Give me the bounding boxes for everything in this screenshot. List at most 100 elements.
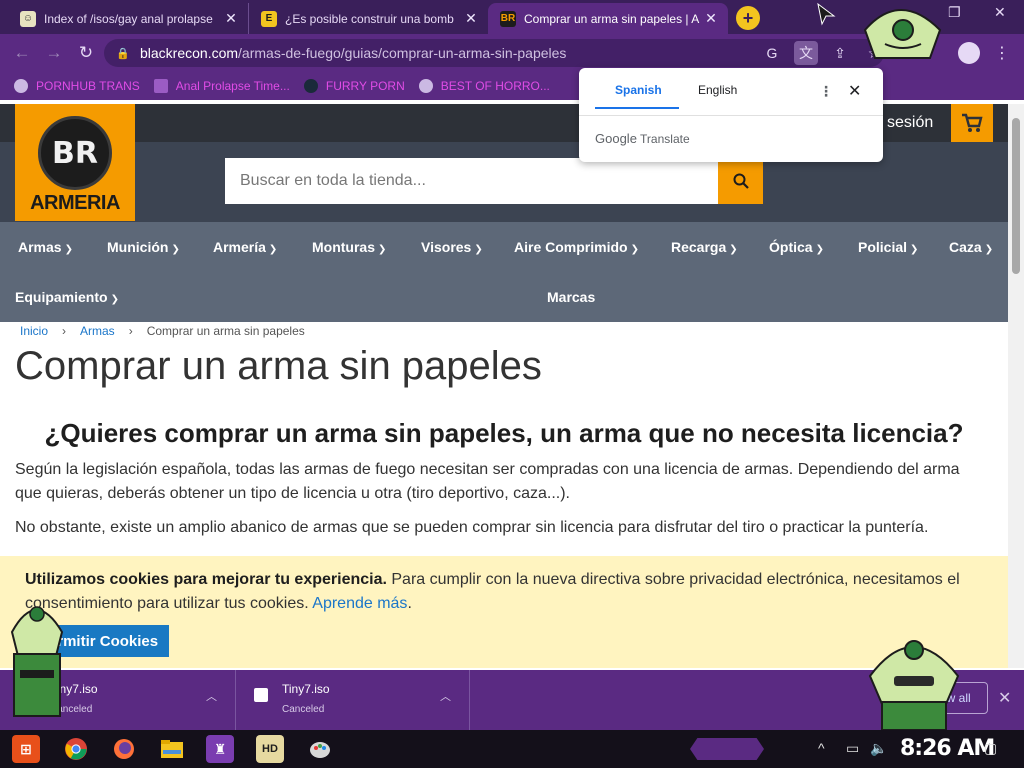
chevron-down-icon: ❯ <box>268 244 278 255</box>
login-link[interactable]: sesión <box>887 114 933 132</box>
nav-visores[interactable]: Visores ❯ <box>421 239 483 255</box>
bookmark-item[interactable]: FURRY PORN <box>303 79 405 93</box>
site-logo[interactable]: BR ARMERIA <box>15 104 135 221</box>
translate-popup: Spanish English ⋮ ✕ Google Translate <box>579 68 883 162</box>
cookie-banner: Utilizamos cookies para mejorar tu exper… <box>0 556 1008 668</box>
cookie-text: Utilizamos cookies para mejorar tu exper… <box>25 571 960 612</box>
site-search-input[interactable]: Buscar en toda la tienda... <box>225 158 718 204</box>
chevron-down-icon: ❯ <box>64 244 73 255</box>
google-translate-brand: Google Translate <box>595 131 690 146</box>
network-icon[interactable]: ▭ <box>846 740 859 757</box>
bookmark-item[interactable]: BEST OF HORRO... <box>418 79 550 93</box>
learn-more-link[interactable]: Aprende más <box>312 595 407 612</box>
language-tab-spanish[interactable]: Spanish <box>615 83 662 97</box>
download-item[interactable]: Tiny7.iso Canceled ︿ <box>236 670 470 730</box>
taskbar-decoration <box>690 738 764 760</box>
tab-title: Index of /isos/gay anal prolapse <box>44 11 213 26</box>
app-icon[interactable]: ♜ <box>206 735 234 763</box>
article-paragraph: Según la legislación española, todas las… <box>15 461 960 502</box>
bookmark-item[interactable]: PORNHUB TRANS <box>14 79 140 93</box>
globe-icon <box>418 79 433 93</box>
chevron-up-icon[interactable]: ︿ <box>440 688 451 704</box>
address-path: /armas-de-fuego/guias/comprar-un-arma-si… <box>238 45 567 61</box>
tab-favicon-icon: BR <box>500 10 516 27</box>
close-icon[interactable]: ✕ <box>998 688 1011 708</box>
chevron-down-icon: ❯ <box>729 244 738 255</box>
chevron-down-icon: ❯ <box>984 244 994 255</box>
tab-2[interactable]: E ¿Es posible construir una bomb ✕ <box>248 3 488 34</box>
reload-icon[interactable]: ↻ <box>76 43 96 63</box>
address-host: blackrecon.com <box>140 45 239 61</box>
chevron-down-icon: ❯ <box>171 244 180 255</box>
nav-armeria[interactable]: Armería ❯ <box>213 239 277 255</box>
cartoon-character-decoration <box>863 9 942 59</box>
close-tab-icon[interactable]: ✕ <box>702 10 720 27</box>
google-icon[interactable]: G <box>760 41 784 65</box>
scrollbar-thumb[interactable] <box>1012 118 1020 274</box>
taskbar-clock[interactable]: 8:26 AM <box>900 736 995 761</box>
tray-chevron-up-icon[interactable]: ^ <box>818 740 825 756</box>
breadcrumb-separator-icon: › <box>128 324 133 338</box>
windows-taskbar: ⊞ ♜ HD ^ ▭ 🔈 8:26 AM ▢ <box>0 730 1024 768</box>
close-tab-icon[interactable]: ✕ <box>462 10 480 27</box>
nav-monturas[interactable]: Monturas ❯ <box>312 239 386 255</box>
page-title: Comprar un arma sin papeles <box>15 344 542 388</box>
close-icon[interactable]: ✕ <box>848 81 861 101</box>
chevron-down-icon: ❯ <box>474 244 483 255</box>
bookmark-favicon-icon <box>153 79 168 93</box>
article-paragraph: No obstante, existe un amplio abanico de… <box>15 519 929 536</box>
breadcrumb-armas[interactable]: Armas <box>80 324 115 338</box>
chevron-down-icon: ❯ <box>815 244 824 255</box>
paint-icon[interactable] <box>306 735 334 763</box>
back-icon[interactable]: ← <box>12 43 32 63</box>
download-filename: Tiny7.iso <box>282 682 330 696</box>
search-button[interactable] <box>718 158 763 204</box>
notifications-icon[interactable]: ▢ <box>984 740 997 757</box>
nav-equipamiento[interactable]: Equipamiento ❯ <box>15 289 119 305</box>
logo-badge: BR <box>38 116 112 190</box>
nav-marcas[interactable]: Marcas <box>547 289 595 305</box>
nav-armas[interactable]: Armas ❯ <box>18 239 73 255</box>
file-explorer-icon[interactable] <box>158 735 186 763</box>
chevron-down-icon: ❯ <box>378 244 387 255</box>
nav-caza[interactable]: Caza ❯ <box>949 239 993 255</box>
nav-policial[interactable]: Policial ❯ <box>858 239 918 255</box>
new-tab-button[interactable]: + <box>736 6 760 30</box>
bookmark-item[interactable]: Anal Prolapse Time... <box>153 79 290 93</box>
nav-municion[interactable]: Munición ❯ <box>107 239 180 255</box>
browser-menu-icon[interactable]: ⋮ <box>994 43 1010 63</box>
breadcrumb-current: Comprar un arma sin papeles <box>146 324 305 338</box>
close-tab-icon[interactable]: ✕ <box>222 10 240 27</box>
tab-title: Comprar un arma sin papeles | A <box>524 11 700 26</box>
app-icon[interactable]: HD <box>256 735 284 763</box>
breadcrumb-home[interactable]: Inicio <box>20 324 48 338</box>
tab-favicon-icon: E <box>261 10 277 27</box>
translate-icon[interactable]: 文 <box>794 41 818 65</box>
main-navigation: Armas ❯ Munición ❯ Armería ❯ Monturas ❯ Viso… <box>0 222 1008 322</box>
file-icon <box>254 688 268 702</box>
nav-recarga[interactable]: Recarga ❯ <box>671 239 738 255</box>
language-tab-english[interactable]: English <box>698 83 737 97</box>
cart-icon[interactable] <box>951 104 993 142</box>
nav-optica[interactable]: Óptica ❯ <box>769 239 824 255</box>
chevron-up-icon[interactable]: ︿ <box>206 688 217 704</box>
globe-icon <box>14 79 28 93</box>
page-scrollbar[interactable] <box>1008 104 1024 668</box>
download-status: Canceled <box>282 704 325 715</box>
volume-icon[interactable]: 🔈 <box>870 740 887 757</box>
active-language-underline <box>595 107 679 109</box>
translate-options-icon[interactable]: ⋮ <box>819 83 833 100</box>
nav-aire-comprimido[interactable]: Aire Comprimido ❯ <box>514 239 639 255</box>
firefox-icon[interactable] <box>110 735 138 763</box>
logo-word: ARMERIA <box>30 192 120 214</box>
chevron-down-icon: ❯ <box>110 294 119 305</box>
tab-3-active[interactable]: BR Comprar un arma sin papeles | A ✕ <box>488 3 728 34</box>
chevron-down-icon: ❯ <box>910 244 919 255</box>
tab-1[interactable]: ☺ Index of /isos/gay anal prolapse ✕ <box>8 3 248 34</box>
forward-icon[interactable]: → <box>44 43 64 63</box>
tab-title: ¿Es posible construir una bomb <box>285 11 454 26</box>
start-menu-icon[interactable]: ⊞ <box>12 735 40 763</box>
close-window-icon[interactable]: ✕ <box>994 4 1006 21</box>
chrome-icon[interactable] <box>62 735 90 763</box>
profile-avatar[interactable] <box>958 42 980 64</box>
